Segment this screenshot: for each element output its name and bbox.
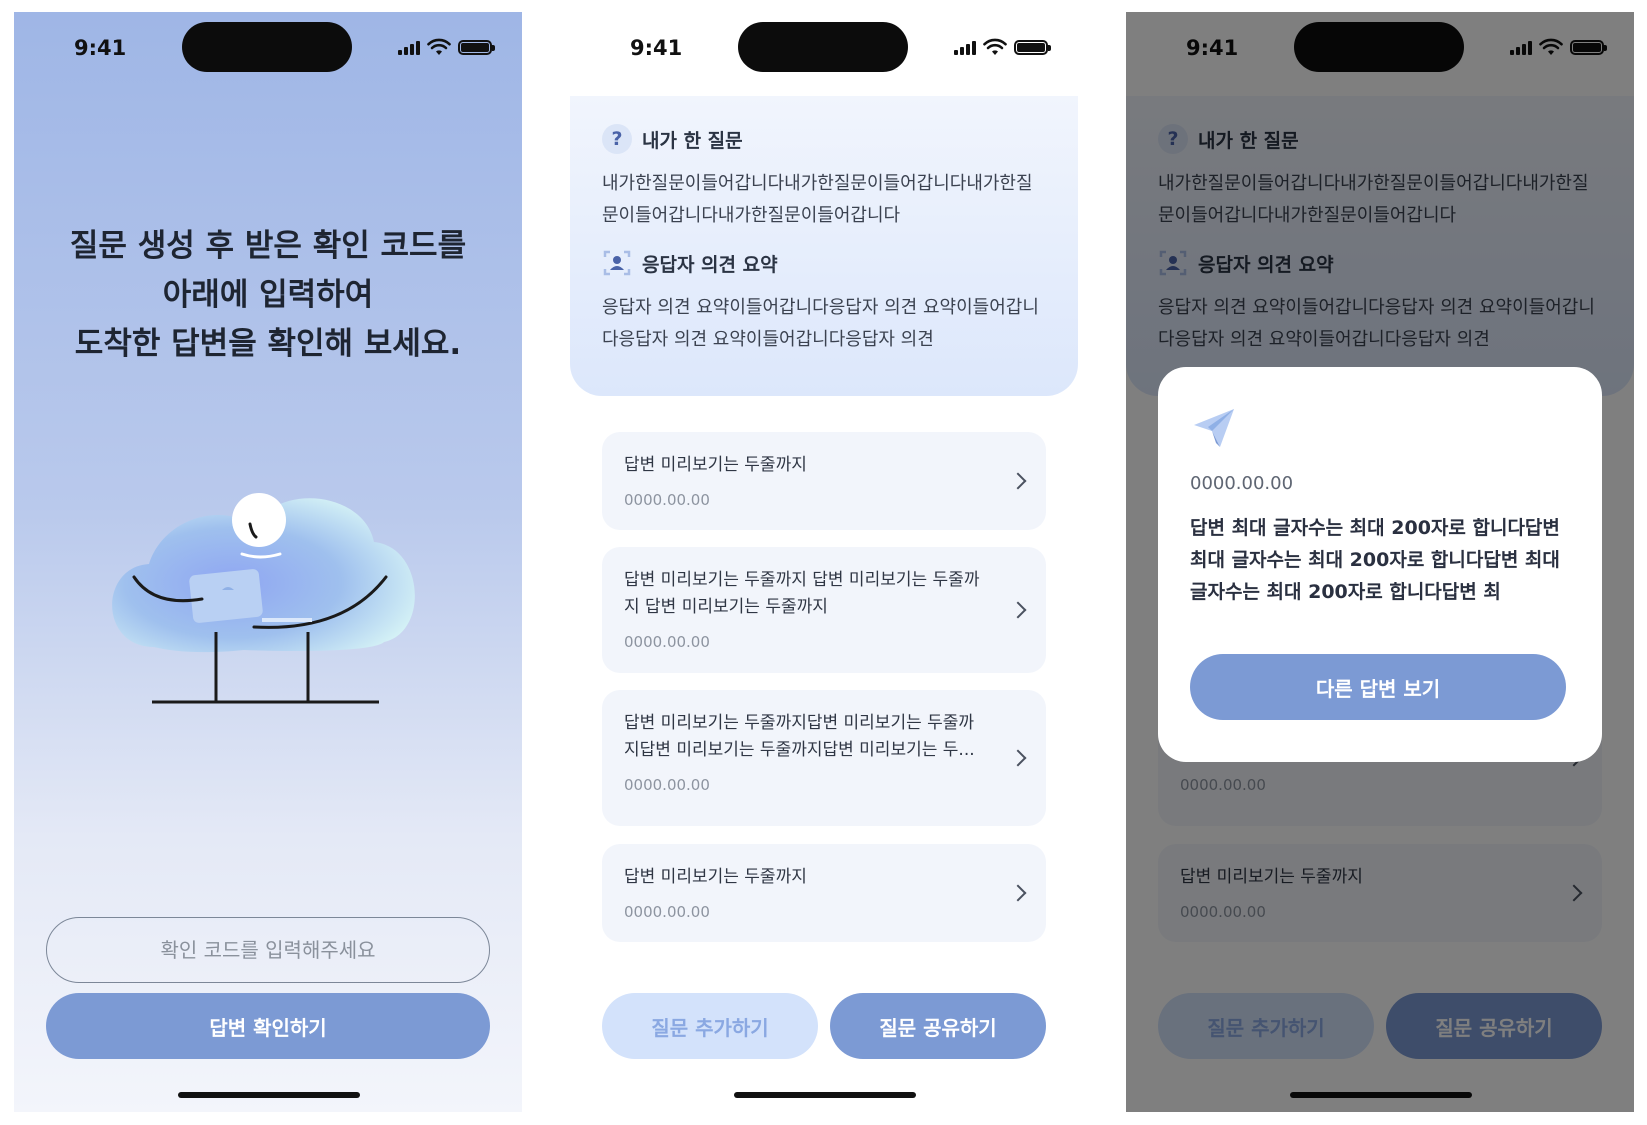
summary-header: 응답자 의견 요약 <box>602 246 1046 280</box>
title-line: 질문 생성 후 받은 확인 코드를 <box>69 228 467 264</box>
respondent-icon <box>603 250 631 276</box>
code-input[interactable] <box>46 917 490 983</box>
chevron-right-icon <box>1009 472 1027 490</box>
question-icon: ? <box>602 124 632 154</box>
dynamic-island <box>182 22 352 72</box>
answer-preview: 답변 미리보기는 두줄까지 답변 미리보기는 두줄까지 답변 미리보기는 두줄까… <box>624 570 980 617</box>
battery-icon <box>1014 39 1051 55</box>
question-card: ? 내가 한 질문 내가한질문이들어갑니다내가한질문이들어갑니다내가한질문이들어… <box>570 96 1078 396</box>
answer-preview: 답변 미리보기는 두줄까지 <box>624 867 807 887</box>
answer-item[interactable]: 답변 미리보기는 두줄까지 답변 미리보기는 두줄까지 답변 미리보기는 두줄까… <box>602 547 1046 673</box>
my-question-label: 내가 한 질문 <box>642 129 743 152</box>
chevron-right-icon <box>1009 749 1027 767</box>
status-icons <box>954 38 1051 56</box>
cloud-laptop-illustration <box>112 493 415 704</box>
my-question-header: ? 내가 한 질문 <box>602 122 1046 156</box>
status-icons <box>398 38 495 56</box>
page-title: 질문 생성 후 받은 확인 코드를 아래에 입력하여 도착한 답변을 확인해 보… <box>14 222 522 369</box>
add-question-button[interactable]: 질문 추가하기 <box>602 993 818 1059</box>
answer-item[interactable]: 답변 미리보기는 두줄까지답변 미리보기는 두줄까지답변 미리보기는 두줄까지답… <box>602 690 1046 826</box>
title-line: 아래에 입력하여 <box>162 277 374 313</box>
dynamic-island <box>738 22 908 72</box>
wifi-icon <box>983 38 1007 55</box>
screen-answer-list: ? 내가 한 질문 내가한질문이들어갑니다내가한질문이들어갑니다내가한질문이들어… <box>570 12 1078 1112</box>
answer-item[interactable]: 답변 미리보기는 두줄까지 0000.00.00 <box>602 432 1046 530</box>
answer-preview: 답변 미리보기는 두줄까지답변 미리보기는 두줄까지답변 미리보기는 두줄까지답… <box>624 713 975 760</box>
other-answer-button[interactable]: 다른 답변 보기 <box>1190 654 1566 720</box>
home-indicator <box>178 1092 360 1098</box>
answer-date: 0000.00.00 <box>624 491 710 509</box>
signal-icon <box>398 39 420 55</box>
confirm-answer-button[interactable]: 답변 확인하기 <box>46 993 490 1059</box>
answer-preview: 답변 미리보기는 두줄까지 <box>624 455 807 475</box>
title-line: 도착한 답변을 확인해 보세요. <box>74 326 462 362</box>
chevron-right-icon <box>1009 884 1027 902</box>
wifi-icon <box>427 38 451 55</box>
paper-plane-icon <box>1194 409 1234 447</box>
signal-icon <box>954 39 976 55</box>
screen-answer-modal: ? 내가 한 질문 내가한질문이들어갑니다내가한질문이들어갑니다내가한질문이들어… <box>1126 12 1634 1112</box>
modal-answer-text: 답변 최대 글자수는 최대 200자로 합니다답변 최대 글자수는 최대 200… <box>1190 517 1560 603</box>
summary-label: 응답자 의견 요약 <box>642 253 778 276</box>
answer-date: 0000.00.00 <box>624 633 710 651</box>
answer-date: 0000.00.00 <box>624 776 710 794</box>
summary-text: 응답자 의견 요약이들어갑니다응답자 의견 요약이들어갑니다응답자 의견 요약이… <box>602 297 1039 350</box>
status-time: 9:41 <box>630 36 683 60</box>
answer-modal: 0000.00.00 답변 최대 글자수는 최대 200자로 합니다답변 최대 … <box>1158 367 1602 762</box>
action-buttons: 질문 추가하기 질문 공유하기 <box>602 993 1046 1059</box>
answer-item[interactable]: 답변 미리보기는 두줄까지 0000.00.00 <box>602 844 1046 942</box>
status-time: 9:41 <box>74 36 127 60</box>
screen-code-entry: 9:41 질문 생성 후 받은 확인 코드를 아래에 입력하여 도착한 답변을 … <box>14 12 522 1112</box>
share-question-button[interactable]: 질문 공유하기 <box>830 993 1046 1059</box>
home-indicator <box>734 1092 916 1098</box>
chevron-right-icon <box>1009 601 1027 619</box>
battery-icon <box>458 39 495 55</box>
my-question-text: 내가한질문이들어갑니다내가한질문이들어갑니다내가한질문이들어갑니다내가한질문이들… <box>602 173 1033 226</box>
modal-date: 0000.00.00 <box>1190 473 1294 494</box>
answer-date: 0000.00.00 <box>624 903 710 921</box>
